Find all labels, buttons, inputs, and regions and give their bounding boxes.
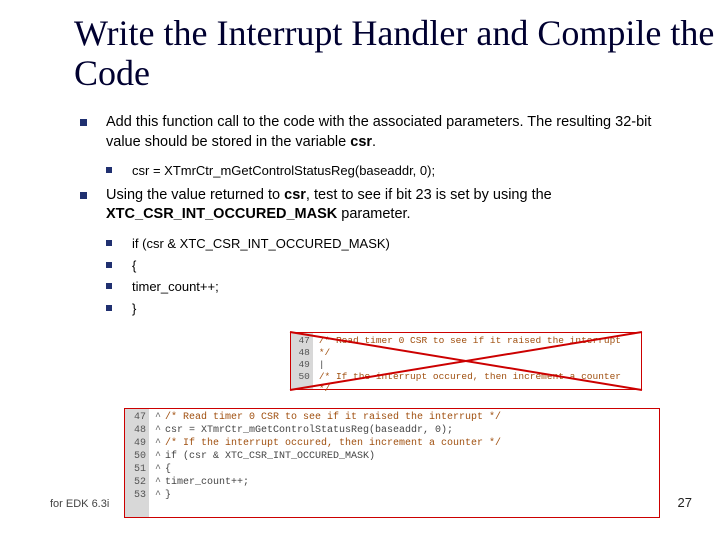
page-number: 27 (678, 495, 692, 510)
b2e: parameter. (337, 206, 410, 222)
gutter-large: 47 48 49 50 51 52 53 (125, 409, 149, 517)
ln: 52 (128, 476, 146, 489)
ln: 51 (128, 463, 146, 476)
c: /* If the interrupt occured, then increm… (165, 437, 501, 450)
ln: 48 (128, 424, 146, 437)
bullet-2: Using the value returned to csr, test to… (80, 186, 680, 225)
c: timer_count++; (165, 476, 249, 489)
b2b: csr (284, 187, 306, 203)
c: } (165, 489, 171, 502)
cross-icon (288, 330, 644, 392)
code-line-1: csr = XTmrCtr_mGetControlStatusReg(basea… (106, 162, 680, 180)
b2c: , test to see if bit 23 is set by using … (306, 187, 552, 203)
slide-title: Write the Interrupt Handler and Compile … (0, 0, 720, 93)
bullet-1: Add this function call to the code with … (80, 113, 680, 152)
bullet-1-text: Add this function call to the code with … (106, 114, 651, 150)
bullet-1-bold: csr (350, 134, 372, 150)
ln: 47 (128, 411, 146, 424)
b2a: Using the value returned to (106, 187, 284, 203)
c: if (csr & XTC_CSR_INT_OCCURED_MASK) (165, 450, 375, 463)
b2d: XTC_CSR_INT_OCCURED_MASK (106, 206, 337, 222)
code-line-2b: { (106, 257, 680, 275)
code-line-2d: } (106, 300, 680, 318)
code-inset-large: 47 48 49 50 51 52 53 ^/* Read timer 0 CS… (124, 408, 660, 518)
code-large: ^/* Read timer 0 CSR to see if it raised… (149, 409, 507, 517)
ln: 53 (128, 489, 146, 502)
code-line-2a: if (csr & XTC_CSR_INT_OCCURED_MASK) (106, 235, 680, 253)
c: /* Read timer 0 CSR to see if it raised … (165, 411, 501, 424)
ln: 50 (128, 450, 146, 463)
code-line-2c: timer_count++; (106, 278, 680, 296)
c: csr = XTmrCtr_mGetControlStatusReg(basea… (165, 424, 453, 437)
footer-text: for EDK 6.3i (50, 498, 109, 510)
ln: 49 (128, 437, 146, 450)
c: { (165, 463, 171, 476)
slide-body: Add this function call to the code with … (0, 93, 720, 317)
bullet-1-end: . (372, 134, 376, 150)
